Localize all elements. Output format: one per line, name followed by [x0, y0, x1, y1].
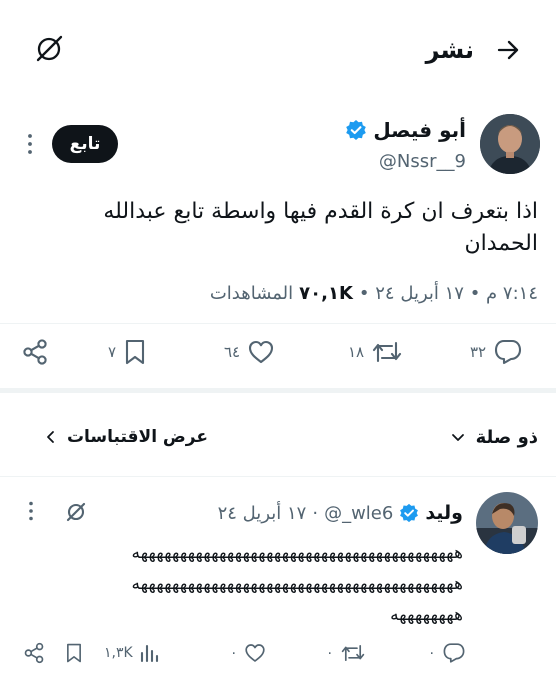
- reply-reply-count: ٠: [428, 645, 436, 661]
- author-handle[interactable]: @Nssr__9: [379, 150, 466, 174]
- reply-reply-button[interactable]: ٠: [428, 641, 467, 665]
- share-icon: [23, 339, 47, 365]
- author-avatar[interactable]: [480, 114, 540, 174]
- bookmark-button[interactable]: ٧: [108, 337, 148, 367]
- bookmark-icon: [126, 339, 145, 365]
- follow-label: تابع: [69, 134, 101, 154]
- like-button[interactable]: ٦٤: [224, 337, 276, 367]
- reply-date[interactable]: ١٧ أبريل ٢٤: [218, 503, 307, 524]
- reply-more-options-button[interactable]: [24, 500, 38, 522]
- comment-icon: [443, 643, 464, 663]
- views-count: ٧٠,١K: [299, 282, 353, 304]
- reply-bookmark-button[interactable]: [64, 641, 84, 665]
- repost-icon: [373, 341, 402, 363]
- reply-views-count: ١,٣K: [104, 645, 133, 661]
- reply-repost-count: ٠: [326, 645, 334, 661]
- sort-label: ذو صلة: [475, 426, 538, 448]
- translate-button[interactable]: [28, 28, 70, 70]
- comment-icon: [495, 339, 522, 365]
- post-meta: ٧:١٤ م • ١٧ أبريل ٢٤ • ٧٠,١K المشاهدات: [210, 280, 538, 306]
- reply-like-button[interactable]: ٠: [230, 641, 267, 665]
- repost-count: ١٨: [348, 343, 365, 361]
- reply-count: ٣٢: [470, 343, 487, 361]
- reply-author-avatar[interactable]: [476, 492, 538, 554]
- translate-icon: [36, 35, 63, 62]
- post-text-line: الحمدان: [464, 231, 538, 256]
- reply-translate-button[interactable]: [62, 498, 90, 526]
- more-options-button[interactable]: [22, 132, 38, 156]
- divider: [0, 476, 556, 477]
- verified-badge-icon: [400, 503, 419, 523]
- reply-author-handle[interactable]: @_wle6: [324, 503, 393, 524]
- like-count: ٦٤: [224, 343, 241, 361]
- arrow-right-icon: [497, 40, 519, 60]
- more-vertical-icon: [29, 501, 33, 521]
- share-button[interactable]: [20, 337, 50, 367]
- sort-dropdown[interactable]: ذو صلة: [450, 424, 538, 450]
- reply-like-count: ٠: [230, 645, 238, 661]
- back-button[interactable]: [492, 34, 524, 66]
- bookmark-count: ٧: [108, 343, 117, 361]
- reply-text: هههههههههههههههههههههههههههههههههههههههه…: [18, 538, 463, 631]
- divider: [0, 323, 556, 324]
- view-quotes-label: عرض الاقتباسات: [66, 427, 208, 447]
- reply-author-name[interactable]: وليد: [425, 502, 463, 524]
- post-text: اذا بتعرف ان كرة القدم فيها واسطة تابع ع…: [18, 196, 538, 260]
- reply-button[interactable]: ٣٢: [470, 337, 524, 367]
- chevron-down-icon: [451, 434, 464, 441]
- reply-text-line: ههههههههه: [390, 605, 463, 625]
- verified-badge-icon: [346, 120, 367, 140]
- heart-icon: [249, 340, 274, 364]
- more-vertical-icon: [28, 134, 32, 154]
- bookmark-icon: [67, 643, 81, 663]
- page-title: نشر: [425, 36, 474, 64]
- analytics-icon: [140, 644, 158, 663]
- reply-repost-button[interactable]: ٠: [326, 641, 367, 665]
- author-name-row[interactable]: أبو فيصل: [345, 117, 466, 143]
- reply-text-line: هههههههههههههههههههههههههههههههههههههههه…: [131, 543, 463, 563]
- share-icon: [24, 642, 44, 664]
- translate-icon: [66, 502, 86, 522]
- reply-header: وليد @_wle6 · ١٧ أبريل ٢٤: [218, 500, 463, 526]
- view-quotes-link[interactable]: عرض الاقتباسات: [43, 424, 208, 450]
- repost-icon: [341, 644, 364, 662]
- repost-button[interactable]: ١٨: [348, 337, 404, 367]
- reply-share-button[interactable]: [22, 641, 46, 665]
- author-name: أبو فيصل: [373, 118, 466, 142]
- section-divider: [0, 388, 556, 393]
- chevron-left-icon: [47, 431, 54, 443]
- reply-separator: ·: [312, 502, 319, 524]
- reply-views-button[interactable]: ١,٣K: [104, 641, 160, 665]
- views-label: المشاهدات: [209, 282, 294, 304]
- post-timestamp[interactable]: ٧:١٤ م • ١٧ أبريل ٢٤ •: [359, 283, 538, 304]
- follow-button[interactable]: تابع: [52, 125, 118, 163]
- reply-text-line: هههههههههههههههههههههههههههههههههههههههه…: [131, 574, 463, 594]
- heart-icon: [244, 644, 265, 662]
- post-text-line: اذا بتعرف ان كرة القدم فيها واسطة تابع ع…: [103, 199, 538, 224]
